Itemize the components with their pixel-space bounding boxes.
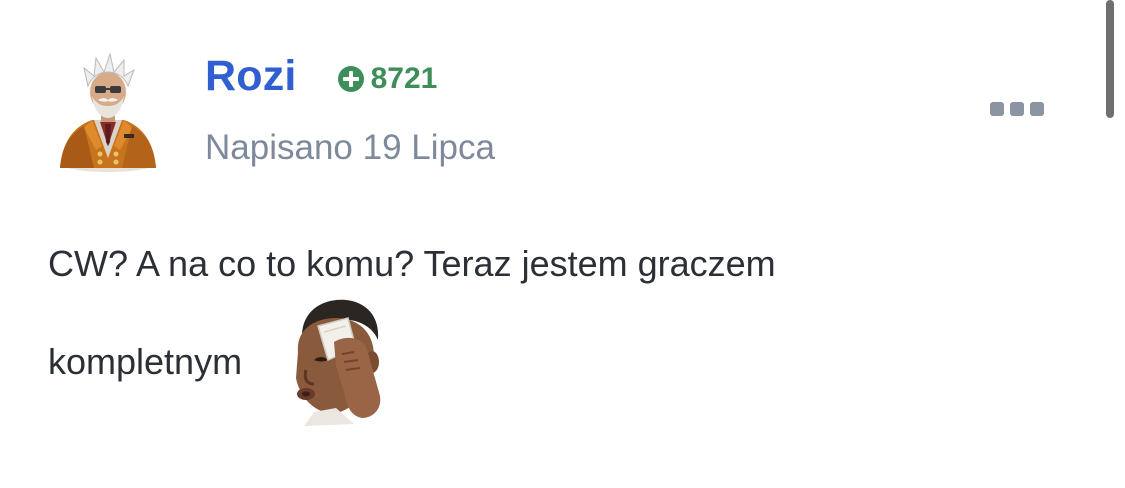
plus-circle-icon	[337, 65, 365, 93]
wiping-sweat-emoticon-icon	[284, 296, 384, 428]
author-name-link[interactable]: Rozi	[205, 48, 297, 104]
menu-dot	[1030, 102, 1044, 116]
post-date: Napisano 19 Lipca	[205, 128, 495, 167]
post-header: Rozi 8721 Napisano 19 Lipca	[0, 0, 1125, 200]
scrollbar-thumb[interactable]	[1106, 0, 1114, 118]
author-line: Rozi 8721	[205, 48, 437, 104]
menu-dot	[990, 102, 1004, 116]
reputation-badge[interactable]: 8721	[337, 62, 438, 95]
more-options-icon[interactable]	[990, 98, 1044, 120]
reputation-value: 8721	[370, 62, 438, 95]
menu-dot	[1010, 102, 1024, 116]
post-text-line: CW? A na co to komu? Teraz jestem gracze…	[48, 243, 776, 284]
character-avatar-icon	[60, 52, 156, 172]
post-text-line: kompletnym	[48, 341, 243, 382]
avatar[interactable]	[54, 46, 162, 172]
